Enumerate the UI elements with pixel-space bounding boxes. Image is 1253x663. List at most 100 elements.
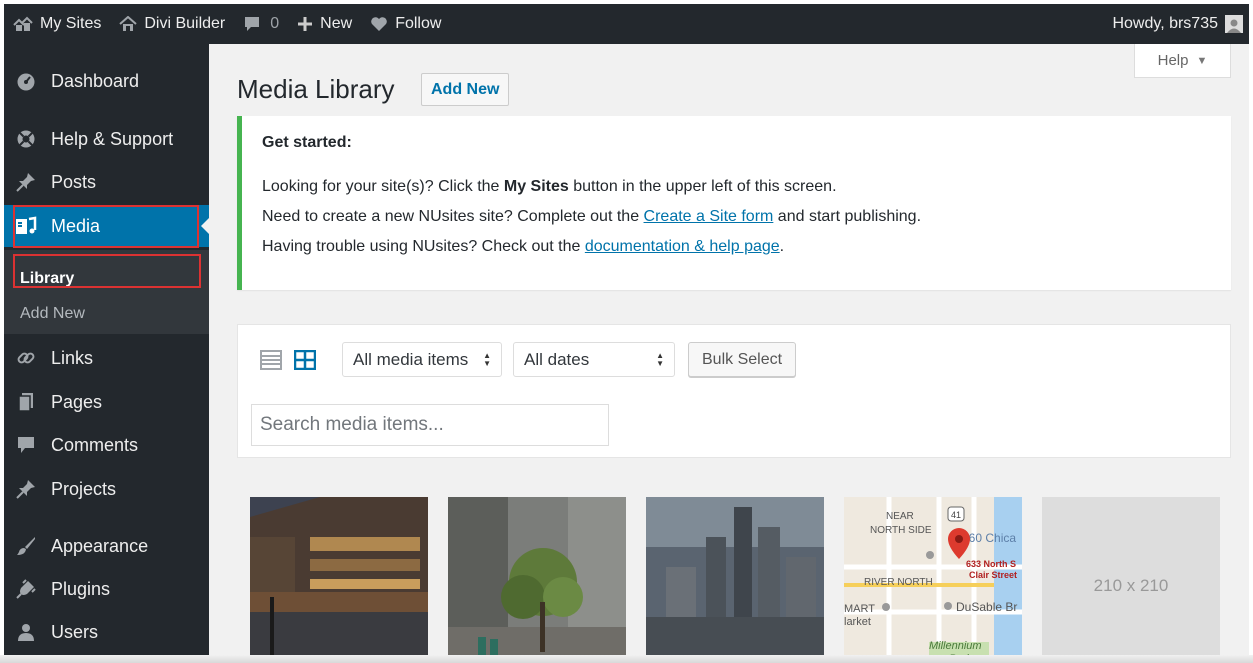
map-label: 41	[951, 510, 961, 520]
sidebar-item-label: Pages	[51, 391, 103, 412]
sidebar-item-label: Users	[51, 621, 99, 642]
plugin-icon	[15, 578, 37, 600]
submenu-item-library[interactable]: Library	[4, 262, 209, 296]
documentation-help-link[interactable]: documentation & help page	[585, 238, 780, 255]
heart-icon	[370, 16, 388, 32]
new-content-menu[interactable]: New	[288, 4, 361, 44]
media-thumbnail[interactable]	[448, 497, 626, 663]
create-site-form-link[interactable]: Create a Site form	[644, 208, 774, 225]
page-title: Media Library	[237, 74, 395, 104]
site-name-menu[interactable]: Divi Builder	[110, 4, 234, 44]
sidebar-item-posts[interactable]: Posts	[4, 161, 209, 203]
notice-text: button in the upper left of this screen.	[568, 178, 837, 195]
brush-icon	[15, 535, 37, 557]
building-night-photo	[250, 497, 428, 663]
site-name-label: Divi Builder	[144, 15, 226, 32]
list-view-icon	[260, 350, 282, 370]
triangle-down-icon: ▼	[1196, 54, 1208, 67]
media-toolbar: All media items ▲ ▼ All dates ▲ ▼ Bulk Sel…	[237, 324, 1231, 458]
map-label: MART	[844, 603, 875, 615]
media-type-filter[interactable]: All media items ▲ ▼	[342, 342, 502, 377]
map-label: NORTH SIDE	[870, 525, 932, 536]
sidebar-item-plugins[interactable]: Plugins	[4, 568, 209, 610]
howdy-text: Howdy, brs735	[1112, 15, 1218, 32]
pin-icon	[15, 171, 37, 193]
help-tab-button[interactable]: Help ▼	[1134, 44, 1231, 78]
follow-menu[interactable]: Follow	[361, 4, 450, 44]
map-label: NEAR	[886, 511, 914, 522]
sidebar-item-label: Help & Support	[51, 128, 174, 149]
sidebar-item-pages[interactable]: Pages	[4, 381, 209, 423]
comment-icon	[243, 16, 261, 32]
notice-line-help: Having trouble using NUsites? Check out …	[262, 238, 784, 256]
media-submenu: Library Add New	[4, 250, 209, 334]
date-selected: All dates	[524, 349, 590, 369]
city-skyline-photo	[646, 497, 824, 663]
media-thumbnail[interactable]	[646, 497, 824, 663]
media-thumbnail[interactable]	[250, 497, 428, 663]
sidebar-item-comments[interactable]: Comments	[4, 424, 209, 466]
admin-bar: My Sites Divi Builder 0 New Follow Howdy…	[4, 4, 1249, 44]
bulk-select-button[interactable]: Bulk Select	[688, 342, 797, 377]
submenu-item-label: Add New	[20, 305, 85, 322]
sidebar-item-media[interactable]: Media	[4, 205, 209, 247]
add-new-button[interactable]: Add New	[421, 73, 510, 106]
account-menu[interactable]: Howdy, brs735	[1103, 4, 1249, 44]
sidebar-item-label: Comments	[51, 434, 139, 455]
street-map-image: NEAR NORTH SIDE 41 360 Chica 633 North S…	[844, 497, 1022, 663]
admin-bar-frame: My Sites Divi Builder 0 New Follow Howdy…	[0, 0, 1253, 48]
sidebar-item-label: Links	[51, 347, 94, 368]
grid-view-icon	[294, 350, 316, 370]
sidebar-item-projects[interactable]: Projects	[4, 468, 209, 510]
avatar	[1225, 15, 1243, 33]
map-label: larket	[844, 616, 871, 628]
media-thumbnail[interactable]: NEAR NORTH SIDE 41 360 Chica 633 North S…	[844, 497, 1022, 663]
pin-icon	[15, 478, 37, 500]
notice-text: .	[779, 238, 785, 255]
comments-menu[interactable]: 0	[234, 4, 288, 44]
dashboard-icon	[15, 70, 37, 92]
list-view-button[interactable]	[258, 347, 284, 373]
street-tree-photo	[448, 497, 626, 663]
get-started-notice: Get started: Looking for your site(s)? C…	[237, 116, 1231, 290]
sidebar-item-label: Plugins	[51, 578, 111, 599]
select-arrows-icon: ▲ ▼	[483, 350, 491, 368]
my-sites-menu[interactable]: My Sites	[4, 4, 110, 44]
map-label: Park	[949, 653, 972, 663]
notice-text: and start publishing.	[773, 208, 922, 225]
home-icon	[119, 16, 138, 32]
main-content: Help ▼ Media Library Add New Get started…	[209, 44, 1249, 663]
admin-sidebar: Dashboard Help & Support Posts Media Lib…	[4, 44, 209, 663]
map-label: Clair Street	[969, 570, 1017, 580]
search-media-input[interactable]	[251, 404, 609, 446]
media-type-selected: All media items	[353, 349, 469, 369]
my-sites-icon	[13, 16, 33, 32]
lifebuoy-icon	[15, 128, 37, 150]
sidebar-item-links[interactable]: Links	[4, 337, 209, 379]
select-arrows-icon: ▲ ▼	[656, 350, 664, 368]
map-label: 633 North S	[966, 559, 1016, 569]
sidebar-item-label: Posts	[51, 171, 97, 192]
sidebar-item-dashboard[interactable]: Dashboard	[4, 60, 209, 102]
comment-icon	[15, 434, 37, 456]
my-sites-label: My Sites	[40, 15, 102, 32]
sidebar-item-label: Media	[51, 215, 101, 236]
sidebar-item-label: Projects	[51, 478, 117, 499]
submenu-item-add-new[interactable]: Add New	[4, 297, 209, 331]
sidebar-item-users[interactable]: Users	[4, 611, 209, 653]
help-label: Help	[1157, 52, 1189, 69]
sidebar-item-label: Appearance	[51, 535, 149, 556]
notice-text: Having trouble using NUsites? Check out …	[262, 238, 585, 255]
grid-view-button[interactable]	[292, 347, 318, 373]
new-content-label: New	[320, 15, 353, 32]
media-thumbnail-placeholder[interactable]: 210 x 210	[1042, 497, 1220, 663]
pages-icon	[15, 391, 37, 413]
sidebar-item-label: Dashboard	[51, 70, 140, 91]
placeholder-size-label: 210 x 210	[1093, 576, 1169, 595]
link-icon	[15, 347, 37, 369]
date-filter[interactable]: All dates ▲ ▼	[513, 342, 675, 377]
sidebar-item-appearance[interactable]: Appearance	[4, 525, 209, 567]
media-icon	[15, 215, 37, 237]
submenu-item-label: Library	[20, 270, 75, 287]
sidebar-item-help-support[interactable]: Help & Support	[4, 118, 209, 160]
